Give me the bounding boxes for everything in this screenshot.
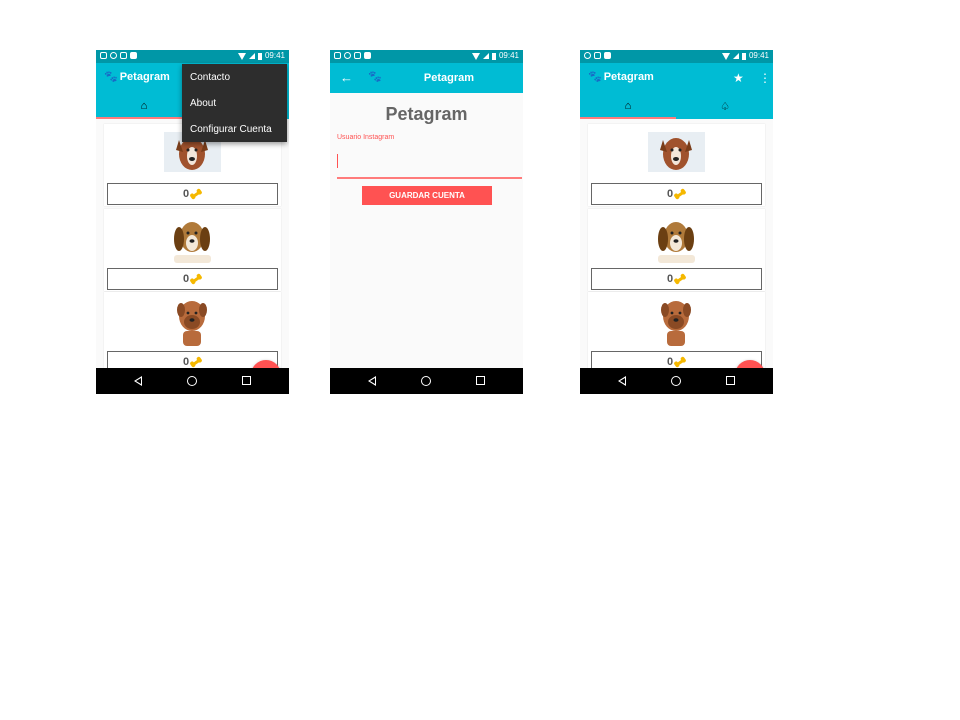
like-counter[interactable]: 0: [591, 268, 762, 290]
tab-bar: ⌂ ♤: [580, 93, 773, 119]
like-counter[interactable]: 0: [107, 183, 278, 205]
nav-bar: [580, 368, 773, 394]
app-bar: ← 🐾 Petagram: [330, 63, 523, 93]
form-heading: Petagram: [385, 104, 468, 124]
status-bar: 09:41: [330, 50, 523, 63]
wifi-icon: [237, 52, 246, 60]
instagram-user-label: Usuario Instagram: [337, 134, 395, 141]
home-icon: ⌂: [140, 100, 148, 112]
menu-item-contacto[interactable]: Contacto: [182, 64, 287, 90]
bone-icon: [673, 272, 687, 285]
pet-photo-beagle: [164, 211, 221, 263]
home-nav-icon[interactable]: [671, 376, 681, 386]
menu-item-about[interactable]: About: [182, 90, 287, 116]
bone-icon: [673, 355, 687, 368]
status-time: 09:41: [498, 51, 519, 60]
app-bar: 🐾 Petagram ★ ⋮: [580, 63, 773, 93]
app-title: Petagram: [603, 71, 654, 83]
instagram-icon: [594, 52, 601, 59]
android-icon: [604, 52, 611, 59]
pet-card: 0: [588, 209, 765, 291]
paw-icon: 🐾: [588, 70, 602, 83]
text-cursor: [337, 154, 338, 168]
pet-photo-beagle: [648, 211, 705, 263]
star-icon[interactable]: ★: [733, 72, 744, 84]
battery-icon: [491, 52, 496, 60]
back-nav-icon[interactable]: [618, 376, 626, 386]
signal-icon: [482, 53, 489, 59]
recents-nav-icon[interactable]: [726, 376, 735, 385]
pet-card: 0: [104, 292, 281, 369]
app-brand: 🐾 Petagram: [588, 71, 654, 83]
phone-screen-feed-menu: 09:41 🐾 Petagram ⌂ Contacto About Config…: [96, 50, 289, 394]
battery-icon: [257, 52, 262, 60]
pet-card: 0: [588, 124, 765, 206]
pet-feed[interactable]: 0 0 0: [96, 119, 289, 369]
recents-nav-icon[interactable]: [476, 376, 485, 385]
status-bar: 09:41: [96, 50, 289, 63]
status-time: 09:41: [748, 51, 769, 60]
pet-feed[interactable]: 0 0 0: [580, 119, 773, 369]
android-icon: [364, 52, 371, 59]
pet-photo-mastiff: [648, 294, 705, 346]
whatsapp-icon: [110, 52, 117, 59]
phone-screen-feed-main: 09:41 🐾 Petagram ★ ⋮ ⌂ ♤ 0 0 0: [580, 50, 773, 394]
more-vert-icon[interactable]: ⋮: [759, 72, 771, 84]
bone-icon: [189, 187, 203, 200]
home-nav-icon[interactable]: [187, 376, 197, 386]
bone-icon: [673, 187, 687, 200]
home-icon: ⌂: [624, 100, 632, 112]
whatsapp-icon: [344, 52, 351, 59]
instagram-user-input[interactable]: [337, 147, 522, 179]
tab-home[interactable]: ⌂: [96, 93, 192, 119]
nav-bar: [96, 368, 289, 394]
status-bar: 09:41: [580, 50, 773, 63]
android-icon: [130, 52, 137, 59]
app-title: Petagram: [119, 71, 170, 83]
pet-photo-pitbull: [648, 126, 705, 178]
pet-card: 0: [104, 209, 281, 291]
notification-image-icon: [100, 52, 107, 59]
recents-nav-icon[interactable]: [242, 376, 251, 385]
paw-icon: 🐾: [104, 70, 118, 83]
signal-icon: [248, 53, 255, 59]
back-nav-icon[interactable]: [134, 376, 142, 386]
bone-icon: [189, 272, 203, 285]
tab-profile[interactable]: ♤: [677, 93, 773, 119]
instagram-icon: [354, 52, 361, 59]
signal-icon: [732, 53, 739, 59]
instagram-icon: [120, 52, 127, 59]
nav-bar: [330, 368, 523, 394]
tab-home[interactable]: ⌂: [580, 93, 676, 119]
app-brand: 🐾 Petagram: [104, 71, 170, 83]
status-time: 09:41: [264, 51, 285, 60]
back-nav-icon[interactable]: [368, 376, 376, 386]
pet-photo-mastiff: [164, 294, 221, 346]
wifi-icon: [471, 52, 480, 60]
phone-screen-account-form: 09:41 ← 🐾 Petagram Petagram Usuario Inst…: [330, 50, 523, 394]
notification-image-icon: [334, 52, 341, 59]
like-counter[interactable]: 0: [107, 268, 278, 290]
pet-card: 0: [588, 292, 765, 369]
home-nav-icon[interactable]: [421, 376, 431, 386]
whatsapp-icon: [584, 52, 591, 59]
app-title: Petagram: [423, 72, 475, 84]
dog-icon: ♤: [720, 100, 730, 113]
menu-item-configurar-cuenta[interactable]: Configurar Cuenta: [182, 116, 287, 142]
bone-icon: [189, 355, 203, 368]
wifi-icon: [721, 52, 730, 60]
like-counter[interactable]: 0: [591, 183, 762, 205]
battery-icon: [741, 52, 746, 60]
overflow-menu: Contacto About Configurar Cuenta: [182, 64, 287, 142]
save-account-button[interactable]: GUARDAR CUENTA: [362, 186, 492, 205]
